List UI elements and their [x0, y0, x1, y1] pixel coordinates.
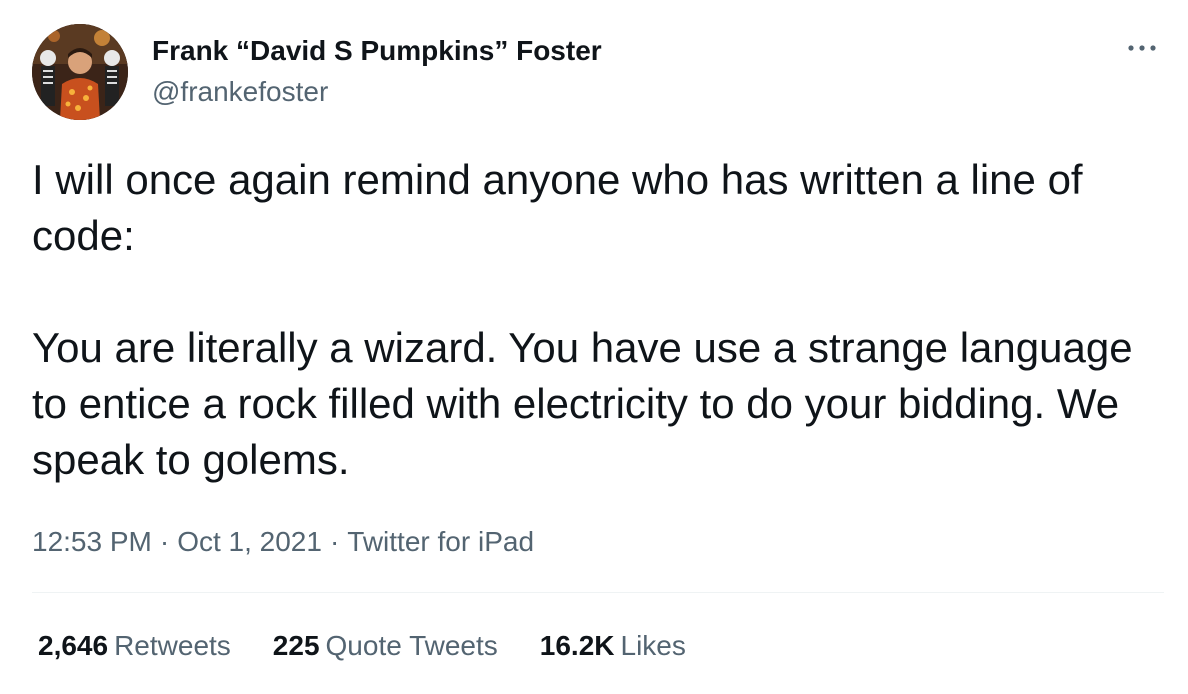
- retweets-count: 2,646: [38, 630, 109, 661]
- tweet-date-link[interactable]: Oct 1, 2021: [177, 526, 322, 557]
- retweets-label: Retweets: [114, 630, 231, 661]
- author-handle[interactable]: @frankefoster: [152, 74, 328, 110]
- avatar-image: [32, 24, 128, 120]
- quote-tweets-count: 225: [272, 630, 320, 661]
- retweets-stat[interactable]: 2,646 Retweets: [38, 626, 231, 666]
- author-display-name[interactable]: Frank “David S Pumpkins” Foster: [152, 33, 602, 69]
- tweet-source-link[interactable]: Twitter for iPad: [347, 526, 534, 557]
- tweet-meta: 12:53 PM · Oct 1, 2021 · Twitter for iPad: [32, 522, 534, 562]
- tweet-paragraph: I will once again remind anyone who has …: [32, 156, 1083, 259]
- quote-tweets-stat[interactable]: 225 Quote Tweets: [273, 626, 498, 666]
- tweet-stats: 2,646 Retweets 225 Quote Tweets 16.2K Likes: [38, 626, 728, 666]
- likes-count: 16.2K: [539, 630, 615, 661]
- likes-stat[interactable]: 16.2K Likes: [540, 626, 686, 666]
- ellipsis-icon: [1128, 45, 1156, 51]
- tweet-card: Frank “David S Pumpkins” Foster @frankef…: [0, 0, 1188, 694]
- meta-separator: ·: [329, 526, 340, 557]
- meta-separator: ·: [159, 526, 170, 557]
- divider: [32, 592, 1164, 593]
- more-options-button[interactable]: [1120, 30, 1164, 66]
- tweet-paragraph: You are literally a wizard. You have use…: [32, 324, 1133, 483]
- avatar[interactable]: [32, 24, 128, 120]
- tweet-text: I will once again remind anyone who has …: [32, 152, 1156, 488]
- tweet-time-link[interactable]: 12:53 PM: [32, 526, 152, 557]
- quote-tweets-label: Quote Tweets: [325, 630, 498, 661]
- likes-label: Likes: [620, 630, 686, 661]
